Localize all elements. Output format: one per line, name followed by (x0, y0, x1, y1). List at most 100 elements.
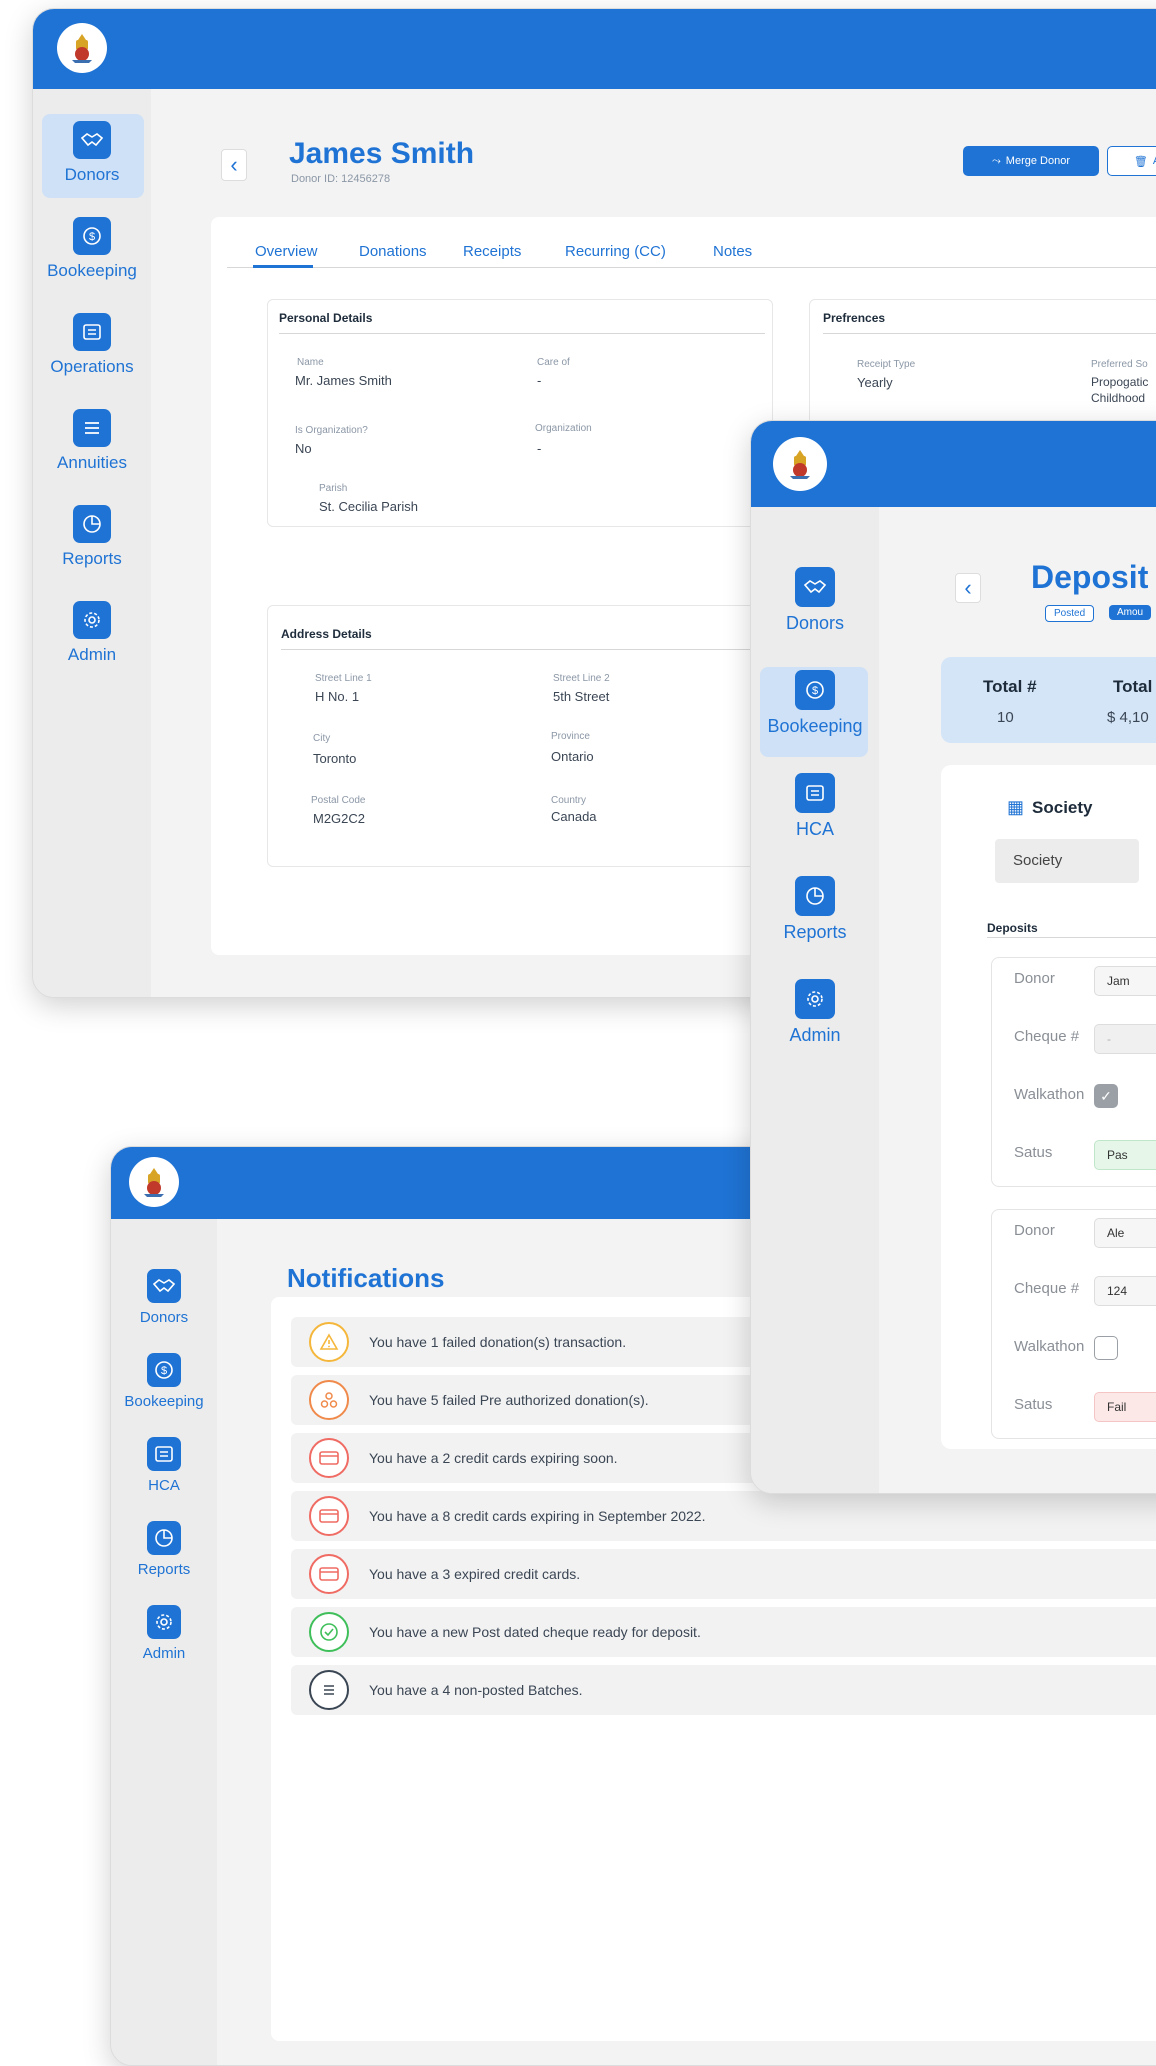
parish-value: St. Cecilia Parish (319, 499, 418, 514)
sidebar-item-reports[interactable]: Reports (751, 876, 879, 943)
credit-card-icon (309, 1496, 349, 1536)
deposits-heading: Deposits (987, 921, 1038, 935)
sidebar-item-operations[interactable]: Operations (33, 313, 151, 377)
pie-chart-icon (147, 1521, 181, 1555)
cheque-label: Cheque # (1014, 1280, 1080, 1297)
back-button[interactable]: ‹ (221, 149, 247, 181)
notification-item[interactable]: You have a 3 expired credit cards. (291, 1549, 1156, 1599)
walkathon-checkbox[interactable]: ✓ (1094, 1084, 1118, 1108)
notification-text: You have 5 failed Pre authorized donatio… (369, 1392, 649, 1408)
back-button[interactable]: ‹ (955, 573, 981, 603)
archive-button[interactable]: 🗑A (1107, 146, 1156, 176)
tab-overview[interactable]: Overview (255, 243, 318, 260)
city-label: City (313, 733, 331, 744)
preferred-society-label: Preferred So (1091, 359, 1148, 370)
sidebar-item-donors[interactable]: Donors (33, 121, 151, 185)
trash-icon: 🗑 (1133, 155, 1148, 168)
sidebar-item-label: Reports (783, 922, 847, 942)
sidebar-item-bookeeping[interactable]: $ Bookeeping (33, 217, 151, 281)
top-bar (33, 9, 1156, 89)
society-select[interactable]: Society (995, 839, 1139, 883)
sidebar-item-reports[interactable]: Reports (111, 1521, 217, 1578)
walkathon-checkbox[interactable] (1094, 1336, 1118, 1360)
sidebar-item-label: Donors (64, 165, 120, 184)
donor-id: Donor ID: 12456278 (291, 173, 391, 185)
totals-bar (941, 657, 1156, 743)
care-of-label: Care of (537, 357, 570, 368)
dollar-icon: $ (795, 670, 835, 710)
svg-text:$: $ (89, 231, 95, 243)
handshake-icon (795, 567, 835, 607)
deposit-window: Donors $ Bookeeping HCA Reports Admin ‹ Depos… (750, 420, 1156, 1494)
sidebar-item-hca[interactable]: HCA (111, 1437, 217, 1494)
tab-donations[interactable]: Donations (359, 243, 427, 260)
tabs-divider (227, 267, 1156, 268)
page-title: Deposit (1031, 559, 1149, 595)
sidebar-item-bookeeping[interactable]: $ Bookeeping (111, 1353, 217, 1410)
divider (823, 333, 1156, 334)
status-field[interactable]: Fail (1094, 1392, 1156, 1422)
merge-donor-button[interactable]: ⤳ Merge Donor (963, 146, 1099, 176)
sidebar-item-label: Admin (789, 1025, 841, 1045)
logo[interactable] (129, 1157, 179, 1207)
sidebar-item-bookeeping[interactable]: $ Bookeeping (751, 670, 879, 737)
notification-item[interactable]: You have a 8 credit cards expiring in Se… (291, 1491, 1156, 1541)
sidebar-item-donors[interactable]: Donors (111, 1269, 217, 1326)
care-of-value: - (537, 373, 542, 388)
street-line-2-value: 5th Street (553, 689, 610, 704)
total-amount-label: Total (1113, 677, 1153, 696)
deposit-entry: Donor Jam Cheque # - Walkathon ✓ Satus Pas (991, 957, 1156, 1187)
notification-item[interactable]: You have a new Post dated cheque ready f… (291, 1607, 1156, 1657)
sidebar-item-hca[interactable]: HCA (751, 773, 879, 840)
divider (281, 649, 765, 650)
tab-receipts[interactable]: Receipts (463, 243, 521, 260)
sidebar-item-annuities[interactable]: Annuities (33, 409, 151, 473)
pie-chart-icon (795, 876, 835, 916)
street-line-1-value: H No. 1 (315, 689, 360, 704)
postal-code-label: Postal Code (311, 795, 366, 806)
organization-label: Organization (535, 423, 592, 434)
name-value: Mr. James Smith (295, 373, 392, 388)
donor-label: Donor (1014, 970, 1055, 987)
sidebar-item-label: Bookeeping (767, 716, 863, 736)
province-label: Province (551, 731, 590, 742)
address-details-heading: Address Details (281, 627, 372, 641)
sidebar-item-label: Reports (137, 1561, 191, 1578)
pie-chart-icon (73, 505, 111, 543)
sidebar-item-label: Annuities (57, 453, 127, 472)
cheque-field[interactable]: - (1094, 1024, 1156, 1054)
logo[interactable] (773, 437, 827, 491)
sidebar-item-admin[interactable]: Admin (33, 601, 151, 665)
province-value: Ontario (551, 749, 594, 764)
status-badge-amount: Amou (1109, 605, 1152, 620)
sidebar-item-label: Donors (139, 1309, 189, 1326)
tab-recurring-cc[interactable]: Recurring (CC) (565, 243, 666, 260)
sidebar-item-admin[interactable]: Admin (751, 979, 879, 1046)
sidebar-item-donors[interactable]: Donors (751, 567, 879, 634)
divider (279, 333, 765, 334)
notification-text: You have a 2 credit cards expiring soon. (369, 1450, 618, 1466)
sidebar-item-reports[interactable]: Reports (33, 505, 151, 569)
street-line-1-label: Street Line 1 (315, 673, 372, 684)
list-icon (309, 1670, 349, 1710)
total-count-value: 10 (997, 709, 1014, 726)
gear-icon (147, 1605, 181, 1639)
notification-text: You have a new Post dated cheque ready f… (369, 1624, 701, 1640)
warning-icon (309, 1322, 349, 1362)
sidebar-item-label: Bookeeping (47, 261, 137, 280)
city-value: Toronto (313, 751, 357, 766)
cheque-field[interactable]: 124 (1094, 1276, 1156, 1306)
tab-notes[interactable]: Notes (713, 243, 752, 260)
notification-item[interactable]: You have a 4 non-posted Batches. (291, 1665, 1156, 1715)
donor-field[interactable]: Jam (1094, 966, 1156, 996)
cheque-label: Cheque # (1014, 1028, 1080, 1045)
status-field[interactable]: Pas (1094, 1140, 1156, 1170)
logo[interactable] (57, 23, 107, 73)
parish-label: Parish (319, 483, 348, 494)
donor-field[interactable]: Ale (1094, 1218, 1156, 1248)
sidebar-item-admin[interactable]: Admin (111, 1605, 217, 1662)
status-label: Satus (1014, 1396, 1053, 1413)
document-icon (795, 773, 835, 813)
merge-icon: ⤳ (991, 154, 1001, 167)
sidebar-item-label: Operations (50, 357, 134, 376)
